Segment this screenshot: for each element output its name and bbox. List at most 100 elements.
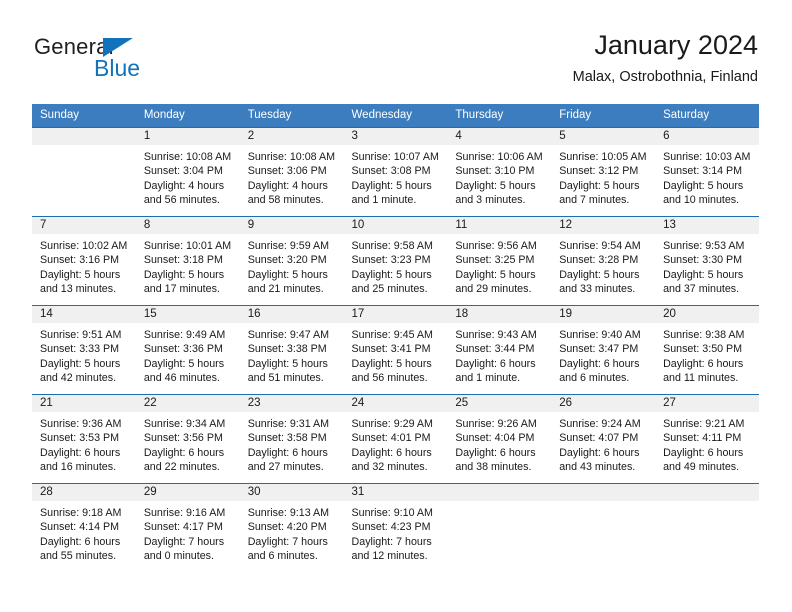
calendar-day-cell[interactable]: 5 Sunrise: 10:05 AM Sunset: 3:12 PM Dayligh…: [551, 127, 656, 217]
daylight-text-line2: and 29 minutes.: [455, 283, 532, 296]
sunrise-text: Sunrise: 9:45 AM: [351, 329, 433, 341]
calendar-day-cell[interactable]: 21 Sunrise: 9:36 AM Sunset: 3:53 PM Dayligh…: [32, 394, 136, 484]
sunrise-text: Sunrise: 9:56 AM: [455, 240, 537, 252]
sunset-text: Sunset: 3:12 PM: [559, 165, 639, 178]
sunrise-text: Sunrise: 9:21 AM: [663, 418, 745, 430]
day-details: Sunrise: 9:36 AM Sunset: 3:53 PM Daylight:…: [32, 412, 136, 475]
calendar-day-cell[interactable]: 27 Sunrise: 9:21 AM Sunset: 4:11 PM Dayligh…: [655, 394, 759, 484]
daylight-text-line2: and 49 minutes.: [663, 461, 740, 474]
daylight-text-line2: and 58 minutes.: [247, 194, 324, 207]
calendar-day-cell-inner: 20 Sunrise: 9:38 AM Sunset: 3:50 PM Dayligh…: [655, 306, 759, 394]
calendar-week-row: 1 Sunrise: 10:08 AM Sunset: 3:04 PM Dayligh…: [32, 127, 759, 217]
sunset-text: Sunset: 3:30 PM: [663, 254, 743, 267]
day-details: Sunrise: 9:24 AM Sunset: 4:07 PM Daylight:…: [551, 412, 655, 475]
calendar-day-cell[interactable]: 17 Sunrise: 9:45 AM Sunset: 3:41 PM Dayligh…: [343, 305, 448, 395]
daylight-text-line1: Daylight: 4 hours: [247, 179, 328, 192]
daylight-text-line2: and 37 minutes.: [663, 283, 740, 296]
daylight-text-line1: Daylight: 6 hours: [455, 446, 536, 459]
calendar-day-cell[interactable]: 30 Sunrise: 9:13 AM Sunset: 4:20 PM Dayligh…: [239, 483, 344, 572]
calendar-week-row: 14 Sunrise: 9:51 AM Sunset: 3:33 PM Dayligh…: [32, 305, 759, 395]
day-number: 10: [343, 217, 448, 234]
daylight-text-line1: Daylight: 6 hours: [143, 446, 225, 459]
day-number: 9: [239, 217, 344, 234]
calendar-day-cell[interactable]: 23 Sunrise: 9:31 AM Sunset: 3:58 PM Dayligh…: [239, 394, 344, 484]
calendar-day-cell[interactable]: 22 Sunrise: 9:34 AM Sunset: 3:56 PM Dayligh…: [135, 394, 240, 484]
calendar-day-cell-inner: 18 Sunrise: 9:43 AM Sunset: 3:44 PM Dayligh…: [447, 306, 552, 394]
calendar-day-cell-inner: 2 Sunrise: 10:08 AM Sunset: 3:06 PM Dayligh…: [239, 128, 344, 216]
daylight-text-line2: and 13 minutes.: [40, 283, 117, 296]
day-details: Sunrise: 9:56 AM Sunset: 3:25 PM Daylight:…: [447, 234, 551, 297]
daylight-text-line2: and 1 minute.: [455, 372, 521, 385]
daylight-text-line2: and 56 minutes.: [143, 194, 220, 207]
calendar-day-cell[interactable]: 1 Sunrise: 10:08 AM Sunset: 3:04 PM Dayligh…: [135, 127, 240, 217]
calendar-day-cell-inner: 6 Sunrise: 10:03 AM Sunset: 3:14 PM Dayligh…: [655, 128, 759, 216]
calendar-day-cell[interactable]: 15 Sunrise: 9:49 AM Sunset: 3:36 PM Dayligh…: [135, 305, 240, 395]
calendar-day-cell[interactable]: 3 Sunrise: 10:07 AM Sunset: 3:08 PM Dayligh…: [343, 127, 448, 217]
day-details: Sunrise: 9:10 AM Sunset: 4:23 PM Daylight:…: [344, 501, 448, 564]
calendar-day-cell-inner: 11 Sunrise: 9:56 AM Sunset: 3:25 PM Dayligh…: [447, 217, 552, 305]
daylight-text-line2: and 1 minute.: [351, 194, 417, 207]
calendar-day-cell-inner: 19 Sunrise: 9:40 AM Sunset: 3:47 PM Dayligh…: [551, 306, 656, 394]
calendar-day-cell[interactable]: 26 Sunrise: 9:24 AM Sunset: 4:07 PM Dayligh…: [551, 394, 656, 484]
calendar-day-cell-inner: 14 Sunrise: 9:51 AM Sunset: 3:33 PM Dayligh…: [32, 306, 136, 394]
calendar-day-cell[interactable]: 11 Sunrise: 9:56 AM Sunset: 3:25 PM Dayligh…: [447, 216, 552, 306]
calendar-day-cell[interactable]: 24 Sunrise: 9:29 AM Sunset: 4:01 PM Dayligh…: [343, 394, 448, 484]
calendar-day-cell-inner: [551, 484, 656, 572]
calendar-day-cell[interactable]: 29 Sunrise: 9:16 AM Sunset: 4:17 PM Dayligh…: [135, 483, 240, 572]
calendar-day-cell-inner: 7 Sunrise: 10:02 AM Sunset: 3:16 PM Dayligh…: [32, 217, 136, 305]
sunrise-text: Sunrise: 10:08 AM: [247, 151, 336, 163]
day-number: 16: [239, 306, 344, 323]
sunset-text: Sunset: 3:44 PM: [455, 343, 535, 356]
day-number: 27: [655, 395, 759, 412]
sunset-text: Sunset: 3:53 PM: [40, 432, 120, 445]
title-block: January 2024 Malax, Ostrobothnia, Finlan…: [573, 28, 758, 88]
sunset-text: Sunset: 3:06 PM: [247, 165, 327, 178]
calendar-day-cell[interactable]: 10 Sunrise: 9:58 AM Sunset: 3:23 PM Dayligh…: [343, 216, 448, 306]
general-blue-logo[interactable]: General Blue: [34, 34, 214, 90]
calendar-day-cell-inner: [32, 128, 136, 216]
sunset-text: Sunset: 4:23 PM: [351, 521, 431, 534]
daylight-text-line2: and 16 minutes.: [40, 461, 117, 474]
calendar-day-cell[interactable]: 14 Sunrise: 9:51 AM Sunset: 3:33 PM Dayligh…: [32, 305, 136, 395]
day-number: 25: [447, 395, 552, 412]
weekday-header-tuesday: Tuesday: [239, 104, 344, 128]
daylight-text-line1: Daylight: 6 hours: [40, 535, 121, 548]
calendar-day-cell-inner: 31 Sunrise: 9:10 AM Sunset: 4:23 PM Dayligh…: [343, 484, 448, 572]
calendar-day-cell-inner: 8 Sunrise: 10:01 AM Sunset: 3:18 PM Dayligh…: [135, 217, 240, 305]
day-details: Sunrise: 10:07 AM Sunset: 3:08 PM Daylight…: [344, 145, 448, 208]
calendar-day-cell-inner: 28 Sunrise: 9:18 AM Sunset: 4:14 PM Dayligh…: [32, 484, 136, 572]
daylight-text-line2: and 33 minutes.: [559, 283, 636, 296]
sunrise-text: Sunrise: 10:06 AM: [455, 151, 543, 163]
calendar-day-cell[interactable]: 12 Sunrise: 9:54 AM Sunset: 3:28 PM Dayligh…: [551, 216, 656, 306]
calendar-day-cell[interactable]: 8 Sunrise: 10:01 AM Sunset: 3:18 PM Dayligh…: [135, 216, 240, 306]
sunset-text: Sunset: 3:56 PM: [143, 432, 223, 445]
day-number: 22: [135, 395, 240, 412]
calendar-day-cell[interactable]: 20 Sunrise: 9:38 AM Sunset: 3:50 PM Dayligh…: [655, 305, 759, 395]
calendar-day-cell[interactable]: 31 Sunrise: 9:10 AM Sunset: 4:23 PM Dayligh…: [343, 483, 448, 572]
sunset-text: Sunset: 3:10 PM: [455, 165, 535, 178]
daylight-text-line2: and 25 minutes.: [351, 283, 428, 296]
calendar-day-cell[interactable]: 28 Sunrise: 9:18 AM Sunset: 4:14 PM Dayligh…: [32, 483, 136, 572]
calendar-day-cell[interactable]: 9 Sunrise: 9:59 AM Sunset: 3:20 PM Daylight…: [239, 216, 344, 306]
daylight-text-line1: Daylight: 5 hours: [351, 268, 432, 281]
calendar-day-cell[interactable]: 13 Sunrise: 9:53 AM Sunset: 3:30 PM Dayligh…: [655, 216, 759, 306]
calendar-day-cell[interactable]: 2 Sunrise: 10:08 AM Sunset: 3:06 PM Dayligh…: [239, 127, 344, 217]
calendar-day-cell-inner: 26 Sunrise: 9:24 AM Sunset: 4:07 PM Dayligh…: [551, 395, 656, 483]
calendar-day-cell[interactable]: 16 Sunrise: 9:47 AM Sunset: 3:38 PM Dayligh…: [239, 305, 344, 395]
day-details: [655, 501, 759, 506]
calendar-day-cell[interactable]: 4 Sunrise: 10:06 AM Sunset: 3:10 PM Dayligh…: [447, 127, 552, 217]
daylight-text-line1: Daylight: 7 hours: [247, 535, 328, 548]
calendar-day-cell[interactable]: 25 Sunrise: 9:26 AM Sunset: 4:04 PM Dayligh…: [447, 394, 552, 484]
day-number: 12: [551, 217, 656, 234]
daylight-text-line2: and 11 minutes.: [663, 372, 739, 385]
calendar-day-cell[interactable]: 18 Sunrise: 9:43 AM Sunset: 3:44 PM Dayligh…: [447, 305, 552, 395]
calendar-week-row: 7 Sunrise: 10:02 AM Sunset: 3:16 PM Dayligh…: [32, 216, 759, 306]
calendar-day-cell-inner: [447, 484, 552, 572]
calendar-day-cell[interactable]: 7 Sunrise: 10:02 AM Sunset: 3:16 PM Dayligh…: [32, 216, 136, 306]
day-details: Sunrise: 9:49 AM Sunset: 3:36 PM Daylight:…: [136, 323, 240, 386]
calendar-day-cell[interactable]: 19 Sunrise: 9:40 AM Sunset: 3:47 PM Dayligh…: [551, 305, 656, 395]
daylight-text-line2: and 51 minutes.: [247, 372, 324, 385]
day-number: 8: [135, 217, 240, 234]
calendar-week-row: 28 Sunrise: 9:18 AM Sunset: 4:14 PM Dayligh…: [32, 483, 759, 572]
calendar-day-cell[interactable]: 6 Sunrise: 10:03 AM Sunset: 3:14 PM Dayligh…: [655, 127, 759, 217]
